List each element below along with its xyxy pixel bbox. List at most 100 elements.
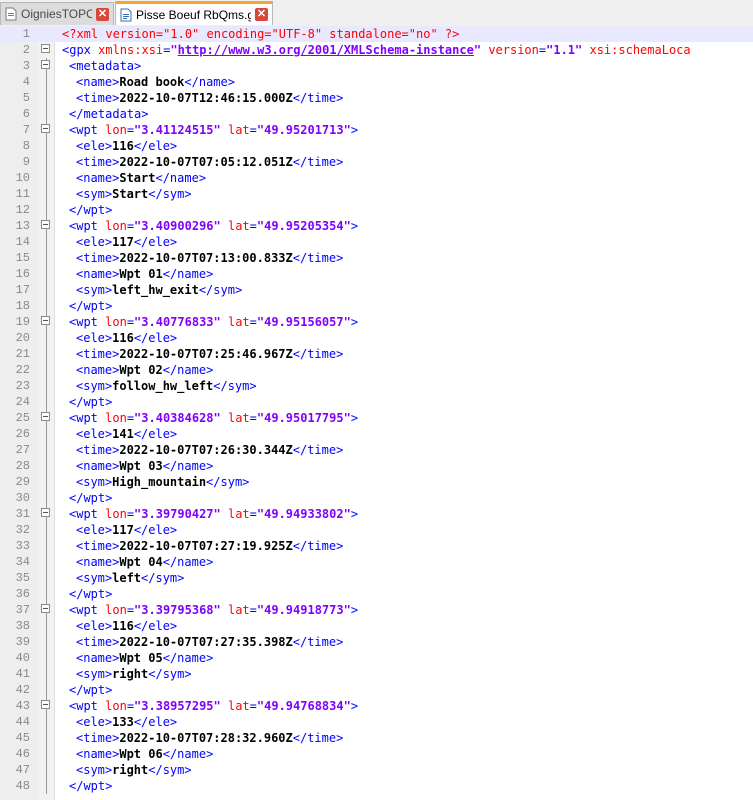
xml-text: Wpt 02 [119, 363, 163, 377]
fold-toggle-icon[interactable] [41, 60, 50, 69]
xml-tag: </wpt> [69, 395, 113, 409]
code-line[interactable]: 15 <time>2022-10-07T07:13:00.833Z</time> [0, 250, 753, 266]
code-line[interactable]: 4 <name>Road book</name> [0, 74, 753, 90]
line-number: 13 [15, 219, 30, 233]
xml-attr-name: lon [105, 315, 127, 329]
code-line[interactable]: 11 <sym>Start</sym> [0, 186, 753, 202]
code-line[interactable]: 35 <sym>left</sym> [0, 570, 753, 586]
code-line[interactable]: 37 <wpt lon="3.39795368" lat="49.94918773… [0, 602, 753, 618]
xml-tag: = [126, 507, 135, 521]
fold-guide [46, 538, 47, 554]
fold-guide [46, 298, 47, 314]
xml-tag [221, 123, 228, 137]
code-line[interactable]: 41 <sym>right</sym> [0, 666, 753, 682]
fold-toggle-icon[interactable] [41, 124, 50, 133]
code-line[interactable]: 33 <time>2022-10-07T07:27:19.925Z</time> [0, 538, 753, 554]
code-line[interactable]: 32 <ele>117</ele> [0, 522, 753, 538]
code-line[interactable]: 38 <ele>116</ele> [0, 618, 753, 634]
fold-toggle-icon[interactable] [41, 220, 50, 229]
fold-toggle-icon[interactable] [41, 316, 50, 325]
code-line[interactable]: 34 <name>Wpt 04</name> [0, 554, 753, 570]
code-line[interactable]: 27 <time>2022-10-07T07:26:30.344Z</time> [0, 442, 753, 458]
line-number: 17 [15, 283, 30, 297]
code-line[interactable]: 40 <name>Wpt 05</name> [0, 650, 753, 666]
xml-attr-name: lat [227, 507, 250, 521]
code-line[interactable]: 25 <wpt lon="3.40384628" lat="49.95017795… [0, 410, 753, 426]
code-line[interactable]: 42 </wpt> [0, 682, 753, 698]
code-line[interactable]: 43 <wpt lon="3.38957295" lat="49.94768834… [0, 698, 753, 714]
code-line[interactable]: 8 <ele>116</ele> [0, 138, 753, 154]
fold-toggle-icon[interactable] [41, 604, 50, 613]
code-line[interactable]: 7 <wpt lon="3.41124515" lat="49.95201713"… [0, 122, 753, 138]
line-number: 34 [15, 555, 30, 569]
xml-tag: <ele> [76, 715, 113, 729]
code-line[interactable]: 13 <wpt lon="3.40900296" lat="49.95205354… [0, 218, 753, 234]
xml-tag: </wpt> [69, 683, 113, 697]
xml-tag: <ele> [76, 235, 113, 249]
tab-bar: OigniesTOPO.imp ✕ Pisse Boeuf RbQms.gpx … [0, 0, 753, 27]
code-line[interactable]: 20 <ele>116</ele> [0, 330, 753, 346]
close-icon[interactable]: ✕ [255, 8, 268, 21]
code-line[interactable]: 19 <wpt lon="3.40776833" lat="49.95156057… [0, 314, 753, 330]
xml-text: left_hw_exit [112, 283, 199, 297]
code-line[interactable]: 5 <time>2022-10-07T12:46:15.000Z</time> [0, 90, 753, 106]
fold-guide [46, 458, 47, 474]
code-line[interactable]: 47 <sym>right</sym> [0, 762, 753, 778]
line-number: 40 [15, 651, 30, 665]
code-line[interactable]: 45 <time>2022-10-07T07:28:32.960Z</time> [0, 730, 753, 746]
code-line[interactable]: 48 </wpt> [0, 778, 753, 794]
code-line[interactable]: 3 <metadata> [0, 58, 753, 74]
code-line[interactable]: 6 </metadata> [0, 106, 753, 122]
code-line[interactable]: 22 <name>Wpt 02</name> [0, 362, 753, 378]
tab-oignies-topo[interactable]: OigniesTOPO.imp ✕ [0, 2, 114, 25]
xml-tag: = [249, 603, 257, 617]
code-text: <sym>right</sym> [76, 762, 192, 778]
code-line[interactable]: 36 </wpt> [0, 586, 753, 602]
xml-tag: = [249, 123, 257, 137]
xml-url[interactable]: http://www.w3.org/2001/XMLSchema-instanc… [178, 43, 474, 57]
xml-tag: = [126, 699, 135, 713]
code-line[interactable]: 46 <name>Wpt 06</name> [0, 746, 753, 762]
code-line[interactable]: 14 <ele>117</ele> [0, 234, 753, 250]
line-number: 7 [22, 123, 30, 137]
code-line[interactable]: 1 <?xml version="1.0" encoding="UTF-8" st… [0, 26, 753, 42]
code-line[interactable]: 28 <name>Wpt 03</name> [0, 458, 753, 474]
code-line[interactable]: 9 <time>2022-10-07T07:05:12.051Z</time> [0, 154, 753, 170]
xml-tag: </sym> [148, 763, 192, 777]
code-line[interactable]: 44 <ele>133</ele> [0, 714, 753, 730]
fold-toggle-icon[interactable] [41, 412, 50, 421]
xml-tag: </name> [162, 747, 214, 761]
code-line[interactable]: 24 </wpt> [0, 394, 753, 410]
code-line[interactable]: 29 <sym>High_mountain</sym> [0, 474, 753, 490]
fold-toggle-icon[interactable] [41, 700, 50, 709]
line-number: 1 [22, 27, 30, 41]
code-line[interactable]: 31 <wpt lon="3.39790427" lat="49.94933802… [0, 506, 753, 522]
code-line[interactable]: 39 <time>2022-10-07T07:27:35.398Z</time> [0, 634, 753, 650]
line-number: 10 [15, 171, 30, 185]
code-line[interactable]: 17 <sym>left_hw_exit</sym> [0, 282, 753, 298]
code-line[interactable]: 26 <ele>141</ele> [0, 426, 753, 442]
xml-attr-value: "3.40384628" [134, 411, 221, 425]
fold-guide [46, 170, 47, 186]
code-line[interactable]: 18 </wpt> [0, 298, 753, 314]
code-line[interactable]: 12 </wpt> [0, 202, 753, 218]
close-icon[interactable]: ✕ [96, 7, 109, 21]
tab-pisse-boeuf-gpx[interactable]: Pisse Boeuf RbQms.gpx ✕ [115, 1, 273, 25]
xml-text: Wpt 01 [119, 267, 163, 281]
code-editor[interactable]: 1 <?xml version="1.0" encoding="UTF-8" st… [0, 26, 753, 800]
xml-tag: <time> [76, 251, 120, 265]
line-number: 43 [15, 699, 30, 713]
code-line[interactable]: 21 <time>2022-10-07T07:25:46.967Z</time> [0, 346, 753, 362]
fold-guide [46, 186, 47, 202]
code-line[interactable]: 23 <sym>follow_hw_left</sym> [0, 378, 753, 394]
fold-toggle-icon[interactable] [41, 508, 50, 517]
xml-attr-name: lat [227, 123, 250, 137]
xml-tag: <time> [76, 731, 120, 745]
fold-toggle-icon[interactable] [41, 44, 50, 53]
code-line[interactable]: 2 <gpx xmlns:xsi="http://www.w3.org/2001/… [0, 42, 753, 58]
xml-tag: = [249, 699, 257, 713]
code-line[interactable]: 10 <name>Start</name> [0, 170, 753, 186]
code-line[interactable]: 16 <name>Wpt 01</name> [0, 266, 753, 282]
code-text: <time>2022-10-07T07:27:35.398Z</time> [76, 634, 343, 650]
code-line[interactable]: 30 </wpt> [0, 490, 753, 506]
